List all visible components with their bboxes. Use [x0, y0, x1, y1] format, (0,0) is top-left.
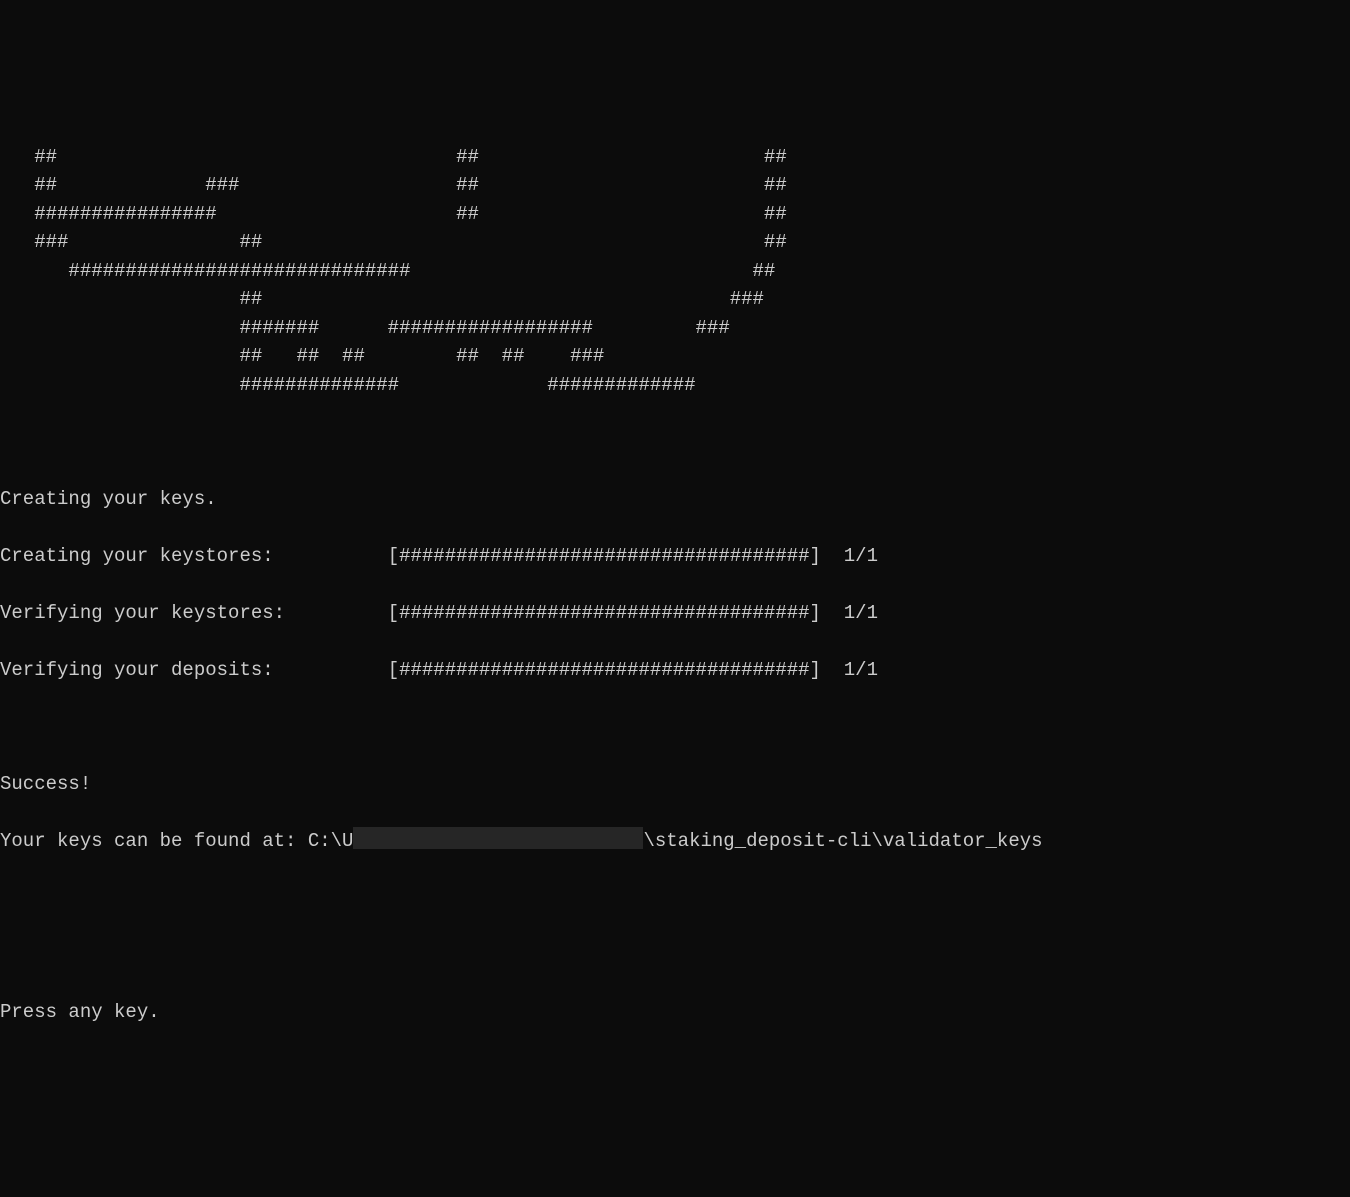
- progress-counter: 1/1: [844, 602, 878, 624]
- keys-path-suffix: \staking_deposit-cli\validator_keys: [643, 830, 1042, 852]
- progress-counter: 1/1: [844, 545, 878, 567]
- progress-verifying-deposits: Verifying your deposits: [##############…: [0, 656, 1350, 685]
- progress-bar: [####################################]: [388, 659, 821, 681]
- keys-path-prefix: Your keys can be found at: C:\U: [0, 830, 353, 852]
- status-creating-keys: Creating your keys.: [0, 485, 1350, 514]
- progress-counter: 1/1: [844, 659, 878, 681]
- redacted-path-segment: [353, 827, 643, 849]
- progress-verifying-keystores: Verifying your keystores: [#############…: [0, 599, 1350, 628]
- keys-location-line: Your keys can be found at: C:\U \staking_…: [0, 827, 1350, 856]
- blank-line: [0, 884, 1350, 913]
- progress-label: Creating your keystores:: [0, 545, 388, 567]
- ascii-art-banner: ## ## ## ## ### ## ## ################ #…: [0, 143, 1350, 400]
- terminal-output: ## ## ## ## ### ## ## ################ #…: [0, 114, 1350, 1055]
- blank-line: [0, 428, 1350, 457]
- progress-label: Verifying your keystores:: [0, 602, 388, 624]
- blank-line: [0, 941, 1350, 970]
- progress-creating-keystores: Creating your keystores: [##############…: [0, 542, 1350, 571]
- progress-bar: [####################################]: [388, 602, 821, 624]
- progress-bar: [####################################]: [388, 545, 821, 567]
- progress-label: Verifying your deposits:: [0, 659, 388, 681]
- blank-line: [0, 713, 1350, 742]
- status-success: Success!: [0, 770, 1350, 799]
- press-any-key-prompt[interactable]: Press any key.: [0, 998, 1350, 1027]
